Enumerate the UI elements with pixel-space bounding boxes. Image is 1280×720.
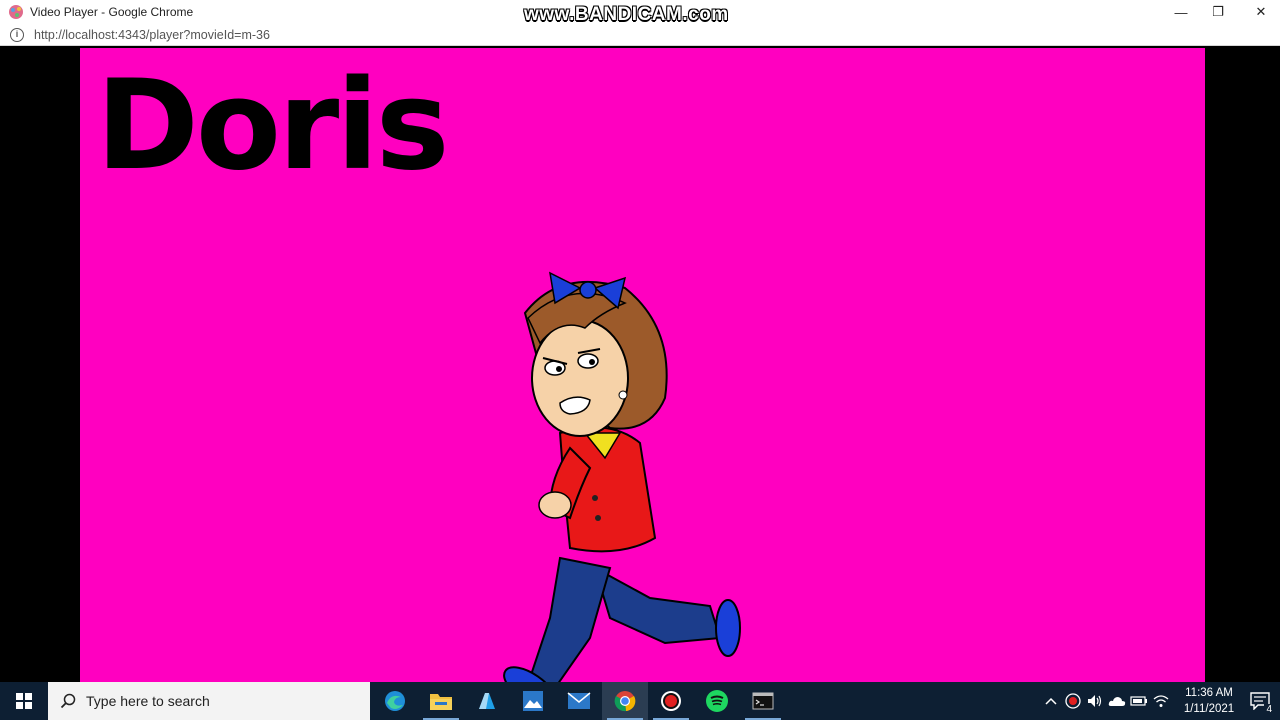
photos-icon [523, 691, 543, 711]
spotify-icon [706, 690, 728, 712]
url-host: localhost [65, 27, 115, 42]
system-tray: 11:36 AM 1/11/2021 4 [1040, 682, 1280, 720]
chevron-up-icon[interactable] [1040, 682, 1062, 720]
mail-icon [567, 692, 591, 709]
taskbar-app-photos[interactable] [510, 682, 556, 720]
start-button[interactable] [0, 682, 48, 720]
clock-time: 11:36 AM [1185, 687, 1233, 699]
taskbar-search-box[interactable]: Type here to search [48, 682, 370, 720]
taskbar-app-edge[interactable] [372, 682, 418, 720]
taskbar-app-bandicam[interactable] [648, 682, 694, 720]
video-viewport[interactable]: Doris [0, 48, 1280, 682]
azure-icon [479, 693, 495, 709]
taskbar-app-terminal[interactable] [740, 682, 786, 720]
taskbar-app-spotify[interactable] [694, 682, 740, 720]
site-info-icon[interactable]: i [10, 27, 24, 42]
onedrive-icon[interactable] [1106, 682, 1128, 720]
search-icon [60, 693, 76, 709]
clock-date: 1/11/2021 [1183, 703, 1235, 715]
notification-count-badge: 4 [1264, 704, 1274, 715]
video-caption: Doris [96, 54, 450, 198]
address-bar[interactable]: i http://localhost:4343/player?movieId=m… [0, 24, 1280, 46]
notification-center-button[interactable]: 4 [1240, 682, 1280, 720]
recording-icon[interactable] [1062, 682, 1084, 720]
video-frame[interactable]: Doris [80, 48, 1205, 682]
taskbar-app-mail[interactable] [556, 682, 602, 720]
screen: Video Player - Google Chrome www.BANDICA… [0, 0, 1280, 720]
url-text[interactable]: http://localhost:4343/player?movieId=m-3… [34, 28, 270, 42]
bandicam-icon [661, 691, 681, 711]
bandicam-watermark: www.BANDICAM.com [524, 4, 729, 25]
terminal-icon [752, 692, 774, 710]
taskbar-app-chrome[interactable] [602, 682, 648, 720]
url-prefix: http:// [34, 27, 66, 42]
chrome-icon [614, 691, 636, 712]
video-player-app-icon [8, 4, 24, 20]
battery-icon[interactable] [1128, 682, 1150, 720]
wifi-icon[interactable] [1150, 682, 1172, 720]
url-path: :4343/player?movieId=m-36 [114, 27, 270, 42]
windows-icon [16, 693, 32, 709]
cartoon-character-running [503, 271, 741, 682]
taskbar-app-azure[interactable] [464, 682, 510, 720]
system-clock[interactable]: 11:36 AM 1/11/2021 [1178, 685, 1240, 717]
window-title: Video Player - Google Chrome [30, 5, 194, 19]
close-button[interactable]: ✕ [1238, 0, 1280, 24]
edge-icon [385, 691, 405, 711]
maximize-button[interactable]: ❐ [1195, 0, 1241, 24]
volume-icon[interactable] [1084, 682, 1106, 720]
search-placeholder: Type here to search [86, 693, 210, 709]
file-explorer-icon [430, 694, 452, 710]
taskbar-app-file-explorer[interactable] [418, 682, 464, 720]
